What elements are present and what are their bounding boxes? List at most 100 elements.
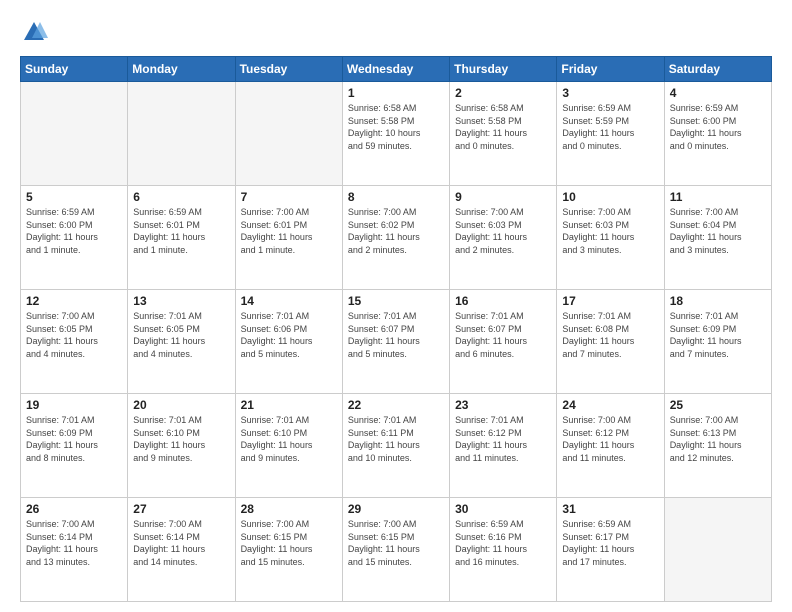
day-number: 4 xyxy=(670,86,766,100)
calendar-cell xyxy=(128,82,235,186)
day-number: 26 xyxy=(26,502,122,516)
calendar-cell: 26 Sunrise: 7:00 AM Sunset: 6:14 PM Dayli… xyxy=(21,498,128,602)
day-header-monday: Monday xyxy=(128,57,235,82)
day-info: Sunrise: 7:00 AM Sunset: 6:14 PM Dayligh… xyxy=(133,518,229,568)
day-info: Sunrise: 7:01 AM Sunset: 6:11 PM Dayligh… xyxy=(348,414,444,464)
calendar-cell: 28 Sunrise: 7:00 AM Sunset: 6:15 PM Dayli… xyxy=(235,498,342,602)
day-header-wednesday: Wednesday xyxy=(342,57,449,82)
day-number: 5 xyxy=(26,190,122,204)
calendar-cell: 31Sunrise: 6:59 AM Sunset: 6:17 PM Dayli… xyxy=(557,498,664,602)
logo xyxy=(20,18,52,46)
calendar-cell xyxy=(235,82,342,186)
day-info: Sunrise: 6:59 AM Sunset: 6:00 PM Dayligh… xyxy=(26,206,122,256)
day-info: Sunrise: 6:59 AM Sunset: 6:16 PM Dayligh… xyxy=(455,518,551,568)
day-info: Sunrise: 7:00 AM Sunset: 6:05 PM Dayligh… xyxy=(26,310,122,360)
day-number: 14 xyxy=(241,294,337,308)
day-number: 11 xyxy=(670,190,766,204)
week-row-1: 1 Sunrise: 6:58 AM Sunset: 5:58 PM Daylig… xyxy=(21,82,772,186)
day-number: 3 xyxy=(562,86,658,100)
day-header-sunday: Sunday xyxy=(21,57,128,82)
calendar-cell: 2 Sunrise: 6:58 AM Sunset: 5:58 PM Daylig… xyxy=(450,82,557,186)
day-number: 2 xyxy=(455,86,551,100)
calendar-cell: 10Sunrise: 7:00 AM Sunset: 6:03 PM Dayli… xyxy=(557,186,664,290)
day-info: Sunrise: 7:01 AM Sunset: 6:07 PM Dayligh… xyxy=(455,310,551,360)
day-info: Sunrise: 7:00 AM Sunset: 6:03 PM Dayligh… xyxy=(562,206,658,256)
calendar-cell: 3 Sunrise: 6:59 AM Sunset: 5:59 PM Daylig… xyxy=(557,82,664,186)
calendar-cell: 20 Sunrise: 7:01 AM Sunset: 6:10 PM Dayli… xyxy=(128,394,235,498)
calendar-table: SundayMondayTuesdayWednesdayThursdayFrid… xyxy=(20,56,772,602)
day-info: Sunrise: 7:01 AM Sunset: 6:10 PM Dayligh… xyxy=(133,414,229,464)
day-info: Sunrise: 7:00 AM Sunset: 6:02 PM Dayligh… xyxy=(348,206,444,256)
day-info: Sunrise: 7:00 AM Sunset: 6:13 PM Dayligh… xyxy=(670,414,766,464)
day-number: 23 xyxy=(455,398,551,412)
calendar-cell: 25 Sunrise: 7:00 AM Sunset: 6:13 PM Dayli… xyxy=(664,394,771,498)
day-number: 22 xyxy=(348,398,444,412)
calendar-cell: 29Sunrise: 7:00 AM Sunset: 6:15 PM Dayli… xyxy=(342,498,449,602)
day-info: Sunrise: 6:58 AM Sunset: 5:58 PM Dayligh… xyxy=(455,102,551,152)
day-info: Sunrise: 7:00 AM Sunset: 6:15 PM Dayligh… xyxy=(348,518,444,568)
day-number: 18 xyxy=(670,294,766,308)
calendar-cell: 30 Sunrise: 6:59 AM Sunset: 6:16 PM Dayli… xyxy=(450,498,557,602)
day-number: 7 xyxy=(241,190,337,204)
calendar-cell: 12 Sunrise: 7:00 AM Sunset: 6:05 PM Dayli… xyxy=(21,290,128,394)
header xyxy=(20,18,772,46)
day-number: 20 xyxy=(133,398,229,412)
day-info: Sunrise: 6:59 AM Sunset: 5:59 PM Dayligh… xyxy=(562,102,658,152)
day-number: 1 xyxy=(348,86,444,100)
header-row: SundayMondayTuesdayWednesdayThursdayFrid… xyxy=(21,57,772,82)
day-number: 28 xyxy=(241,502,337,516)
day-info: Sunrise: 7:01 AM Sunset: 6:05 PM Dayligh… xyxy=(133,310,229,360)
calendar-cell: 27 Sunrise: 7:00 AM Sunset: 6:14 PM Dayli… xyxy=(128,498,235,602)
day-number: 30 xyxy=(455,502,551,516)
day-info: Sunrise: 7:00 AM Sunset: 6:14 PM Dayligh… xyxy=(26,518,122,568)
day-number: 13 xyxy=(133,294,229,308)
day-info: Sunrise: 6:59 AM Sunset: 6:01 PM Dayligh… xyxy=(133,206,229,256)
day-number: 19 xyxy=(26,398,122,412)
calendar-cell: 1Sunrise: 6:58 AM Sunset: 5:58 PM Daylig… xyxy=(342,82,449,186)
week-row-4: 19Sunrise: 7:01 AM Sunset: 6:09 PM Dayli… xyxy=(21,394,772,498)
day-header-saturday: Saturday xyxy=(664,57,771,82)
day-info: Sunrise: 7:01 AM Sunset: 6:09 PM Dayligh… xyxy=(670,310,766,360)
page: SundayMondayTuesdayWednesdayThursdayFrid… xyxy=(0,0,792,612)
calendar-cell: 5 Sunrise: 6:59 AM Sunset: 6:00 PM Daylig… xyxy=(21,186,128,290)
calendar-cell: 13 Sunrise: 7:01 AM Sunset: 6:05 PM Dayli… xyxy=(128,290,235,394)
calendar-cell: 11 Sunrise: 7:00 AM Sunset: 6:04 PM Dayli… xyxy=(664,186,771,290)
day-number: 27 xyxy=(133,502,229,516)
day-info: Sunrise: 7:01 AM Sunset: 6:12 PM Dayligh… xyxy=(455,414,551,464)
calendar-cell: 9 Sunrise: 7:00 AM Sunset: 6:03 PM Daylig… xyxy=(450,186,557,290)
calendar-cell: 6 Sunrise: 6:59 AM Sunset: 6:01 PM Daylig… xyxy=(128,186,235,290)
calendar-cell: 23 Sunrise: 7:01 AM Sunset: 6:12 PM Dayli… xyxy=(450,394,557,498)
day-number: 21 xyxy=(241,398,337,412)
day-number: 16 xyxy=(455,294,551,308)
day-number: 31 xyxy=(562,502,658,516)
day-number: 17 xyxy=(562,294,658,308)
week-row-3: 12 Sunrise: 7:00 AM Sunset: 6:05 PM Dayli… xyxy=(21,290,772,394)
day-info: Sunrise: 7:01 AM Sunset: 6:10 PM Dayligh… xyxy=(241,414,337,464)
day-info: Sunrise: 6:59 AM Sunset: 6:00 PM Dayligh… xyxy=(670,102,766,152)
day-number: 8 xyxy=(348,190,444,204)
calendar-cell: 22 Sunrise: 7:01 AM Sunset: 6:11 PM Dayli… xyxy=(342,394,449,498)
logo-icon xyxy=(20,18,48,46)
week-row-2: 5 Sunrise: 6:59 AM Sunset: 6:00 PM Daylig… xyxy=(21,186,772,290)
calendar-cell xyxy=(21,82,128,186)
day-number: 24 xyxy=(562,398,658,412)
calendar-cell: 17 Sunrise: 7:01 AM Sunset: 6:08 PM Dayli… xyxy=(557,290,664,394)
day-info: Sunrise: 7:00 AM Sunset: 6:15 PM Dayligh… xyxy=(241,518,337,568)
day-number: 15 xyxy=(348,294,444,308)
day-info: Sunrise: 7:00 AM Sunset: 6:04 PM Dayligh… xyxy=(670,206,766,256)
day-header-thursday: Thursday xyxy=(450,57,557,82)
day-info: Sunrise: 7:00 AM Sunset: 6:01 PM Dayligh… xyxy=(241,206,337,256)
day-number: 12 xyxy=(26,294,122,308)
calendar-cell: 14 Sunrise: 7:01 AM Sunset: 6:06 PM Dayli… xyxy=(235,290,342,394)
day-info: Sunrise: 7:01 AM Sunset: 6:08 PM Dayligh… xyxy=(562,310,658,360)
calendar-cell: 8 Sunrise: 7:00 AM Sunset: 6:02 PM Daylig… xyxy=(342,186,449,290)
day-info: Sunrise: 7:01 AM Sunset: 6:06 PM Dayligh… xyxy=(241,310,337,360)
day-number: 6 xyxy=(133,190,229,204)
calendar-cell: 19Sunrise: 7:01 AM Sunset: 6:09 PM Dayli… xyxy=(21,394,128,498)
calendar-cell: 16 Sunrise: 7:01 AM Sunset: 6:07 PM Dayli… xyxy=(450,290,557,394)
day-info: Sunrise: 7:00 AM Sunset: 6:03 PM Dayligh… xyxy=(455,206,551,256)
week-row-5: 26 Sunrise: 7:00 AM Sunset: 6:14 PM Dayli… xyxy=(21,498,772,602)
day-number: 25 xyxy=(670,398,766,412)
calendar-cell: 4 Sunrise: 6:59 AM Sunset: 6:00 PM Daylig… xyxy=(664,82,771,186)
day-number: 9 xyxy=(455,190,551,204)
